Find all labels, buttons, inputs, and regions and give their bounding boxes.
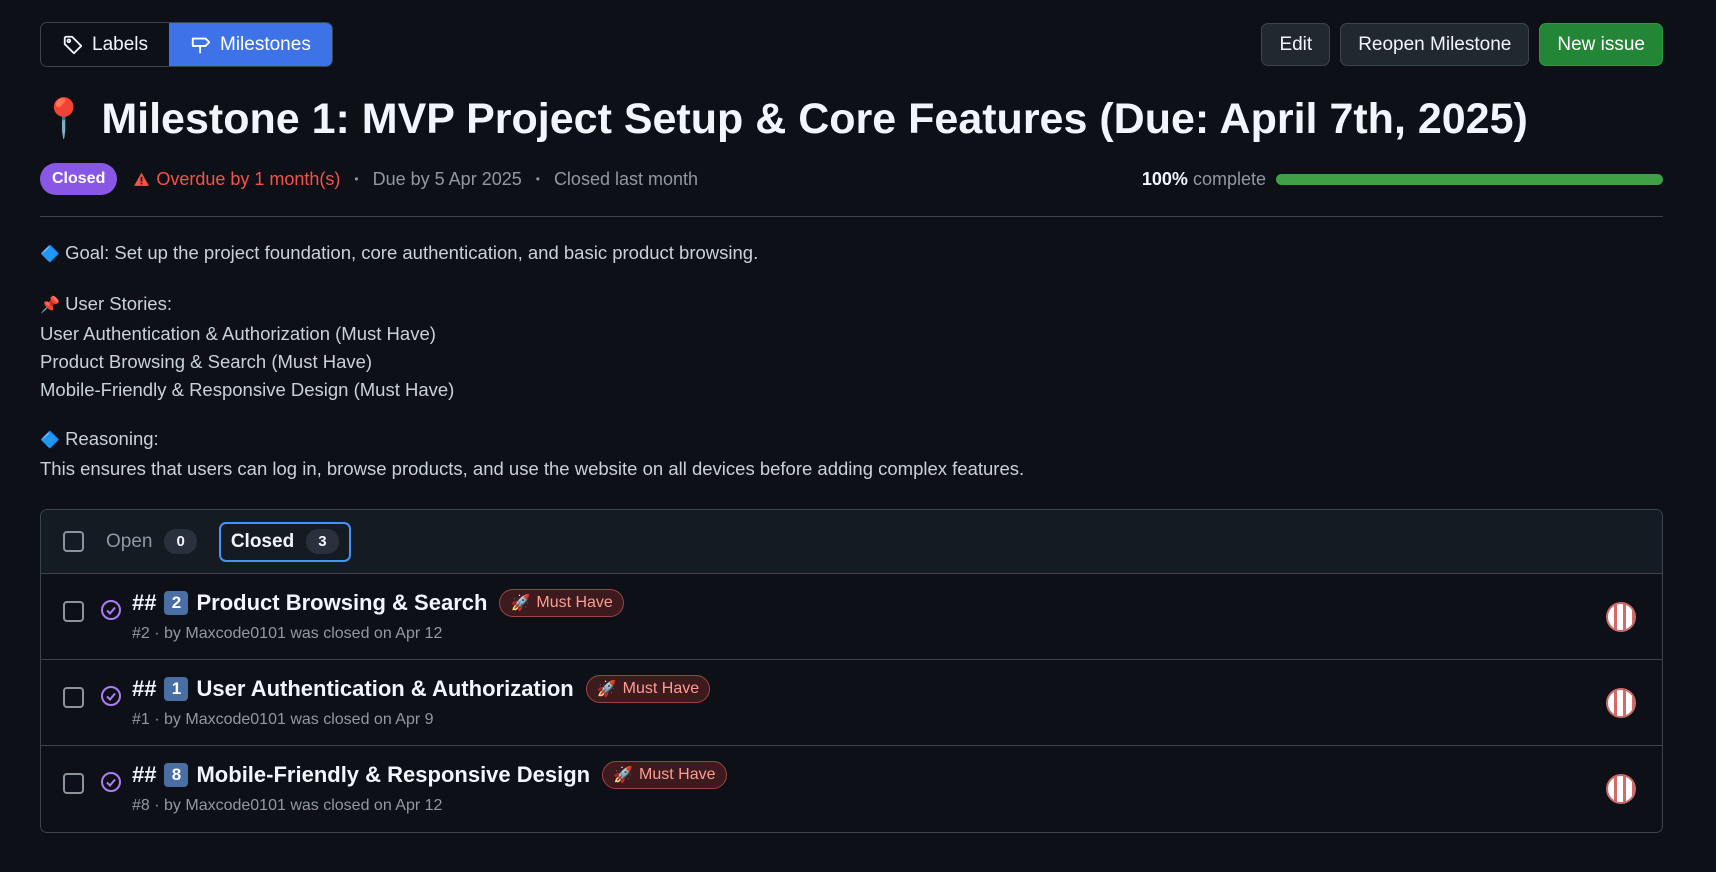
progress-percent: 100% (1141, 168, 1188, 189)
status-badge: Closed (40, 163, 118, 195)
pin-icon: 📍 (40, 98, 88, 140)
issue-checkbox[interactable] (63, 601, 84, 622)
goal-paragraph: 🔷 Goal: Set up the project foundation, c… (40, 239, 1663, 269)
issue-row: ## 1 User Authentication & Authorization… (41, 660, 1662, 746)
top-bar: Labels Milestones Edit Reopen Milestone … (40, 22, 1663, 67)
header-actions: Edit Reopen Milestone New issue (1261, 23, 1663, 66)
closed-date: Closed last month (553, 168, 699, 189)
labels-tab-label: Labels (92, 33, 148, 55)
issue-title-text: User Authentication & Authorization (196, 676, 574, 701)
issue-title[interactable]: ## 2 Product Browsing & Search 🚀 Must Hav… (132, 588, 624, 618)
keycap-number-icon: 1 (164, 677, 189, 701)
milestone-title: 📍 Milestone 1: MVP Project Setup & Core … (40, 93, 1663, 145)
overdue-notice: Overdue by 1 month(s) (133, 169, 340, 190)
stories-paragraph: 📌 User Stories: User Authentication & Au… (40, 290, 1663, 404)
label-text: Must Have (536, 594, 613, 611)
label-must-have[interactable]: 🚀 Must Have (585, 675, 711, 703)
diamond-icon: 🔷 (40, 246, 60, 263)
milestone-title-text: Milestone 1: MVP Project Setup & Core Fe… (101, 94, 1528, 143)
labels-tab[interactable]: Labels (41, 23, 169, 66)
reopen-milestone-button[interactable]: Reopen Milestone (1340, 23, 1530, 66)
issues-panel: Open 0 Closed 3 ## 2 Product Browsing & … (40, 509, 1663, 833)
tab-open-label: Open (106, 530, 153, 552)
avatar[interactable] (1606, 688, 1636, 718)
milestones-tab-label: Milestones (220, 33, 311, 55)
issue-title[interactable]: ## 8 Mobile-Friendly & Responsive Design… (132, 760, 727, 790)
tag-icon (63, 35, 83, 54)
issue-prefix: ## (132, 762, 157, 787)
goal-text: Goal: Set up the project foundation, cor… (65, 242, 759, 263)
closed-count: 3 (306, 529, 339, 554)
issue-row: ## 2 Product Browsing & Search 🚀 Must Hav… (41, 574, 1662, 660)
label-text: Must Have (639, 766, 716, 783)
story-item: Mobile-Friendly & Responsive Design (Mus… (40, 379, 455, 400)
closed-check-icon (101, 772, 121, 792)
closed-check-icon (101, 686, 121, 706)
reasoning-text: This ensures that users can log in, brow… (40, 458, 1025, 479)
pushpin-icon: 📌 (40, 297, 60, 314)
issue-prefix: ## (132, 676, 157, 701)
avatar[interactable] (1606, 774, 1636, 804)
milestones-tab[interactable]: Milestones (169, 23, 332, 66)
keycap-number-icon: 2 (164, 591, 189, 615)
story-item: User Authentication & Authorization (Mus… (40, 323, 436, 344)
issues-panel-header: Open 0 Closed 3 (41, 510, 1662, 574)
alert-icon (134, 172, 150, 186)
issue-meta: #2 · by Maxcode0101 was closed on Apr 12 (132, 625, 443, 642)
keycap-number-icon: 8 (164, 763, 189, 787)
milestone-icon (191, 37, 211, 53)
tab-open[interactable]: Open 0 (96, 522, 207, 562)
stories-heading: User Stories: (65, 293, 172, 314)
divider (40, 216, 1663, 217)
issue-title-text: Mobile-Friendly & Responsive Design (196, 762, 591, 787)
issue-meta: #8 · by Maxcode0101 was closed on Apr 12 (132, 797, 443, 814)
progress-bar (1276, 173, 1663, 185)
tab-closed-label: Closed (230, 530, 295, 552)
edit-button[interactable]: Edit (1261, 23, 1331, 66)
rocket-icon: 🚀 (613, 767, 634, 784)
progress-label: complete (1192, 168, 1266, 189)
reasoning-heading: Reasoning: (65, 428, 159, 449)
issue-row: ## 8 Mobile-Friendly & Responsive Design… (41, 746, 1662, 832)
label-must-have[interactable]: 🚀 Must Have (499, 589, 624, 617)
diamond-icon: 🔷 (40, 432, 60, 449)
overdue-text: Overdue by 1 month(s) (156, 168, 341, 189)
issue-checkbox[interactable] (63, 687, 84, 708)
open-count: 0 (164, 529, 197, 554)
rocket-icon: 🚀 (596, 681, 617, 698)
progress-bar-fill (1276, 173, 1663, 185)
labels-milestones-switch: Labels Milestones (40, 22, 333, 67)
reasoning-paragraph: 🔷 Reasoning: This ensures that users can… (40, 425, 1663, 483)
separator-dot: • (354, 172, 359, 186)
label-text: Must Have (622, 680, 700, 697)
issue-checkbox[interactable] (63, 773, 84, 794)
closed-check-icon (101, 600, 121, 620)
separator-dot: • (535, 172, 540, 186)
due-date: Due by 5 Apr 2025 (372, 168, 522, 189)
new-issue-button[interactable]: New issue (1539, 23, 1663, 66)
progress-summary: 100% complete (1142, 169, 1663, 190)
milestone-description: 🔷 Goal: Set up the project foundation, c… (40, 239, 1663, 483)
issue-title-text: Product Browsing & Search (196, 590, 488, 615)
rocket-icon: 🚀 (510, 595, 531, 612)
select-all-checkbox[interactable] (63, 531, 84, 552)
avatar[interactable] (1606, 602, 1636, 632)
milestone-meta: Closed Overdue by 1 month(s) • Due by 5 … (40, 161, 1663, 197)
label-must-have[interactable]: 🚀 Must Have (602, 761, 727, 789)
story-item: Product Browsing & Search (Must Have) (40, 351, 373, 372)
issue-title[interactable]: ## 1 User Authentication & Authorization… (132, 674, 711, 704)
issue-prefix: ## (132, 590, 157, 615)
tab-closed[interactable]: Closed 3 (218, 521, 351, 562)
issue-meta: #1 · by Maxcode0101 was closed on Apr 9 (132, 711, 434, 728)
